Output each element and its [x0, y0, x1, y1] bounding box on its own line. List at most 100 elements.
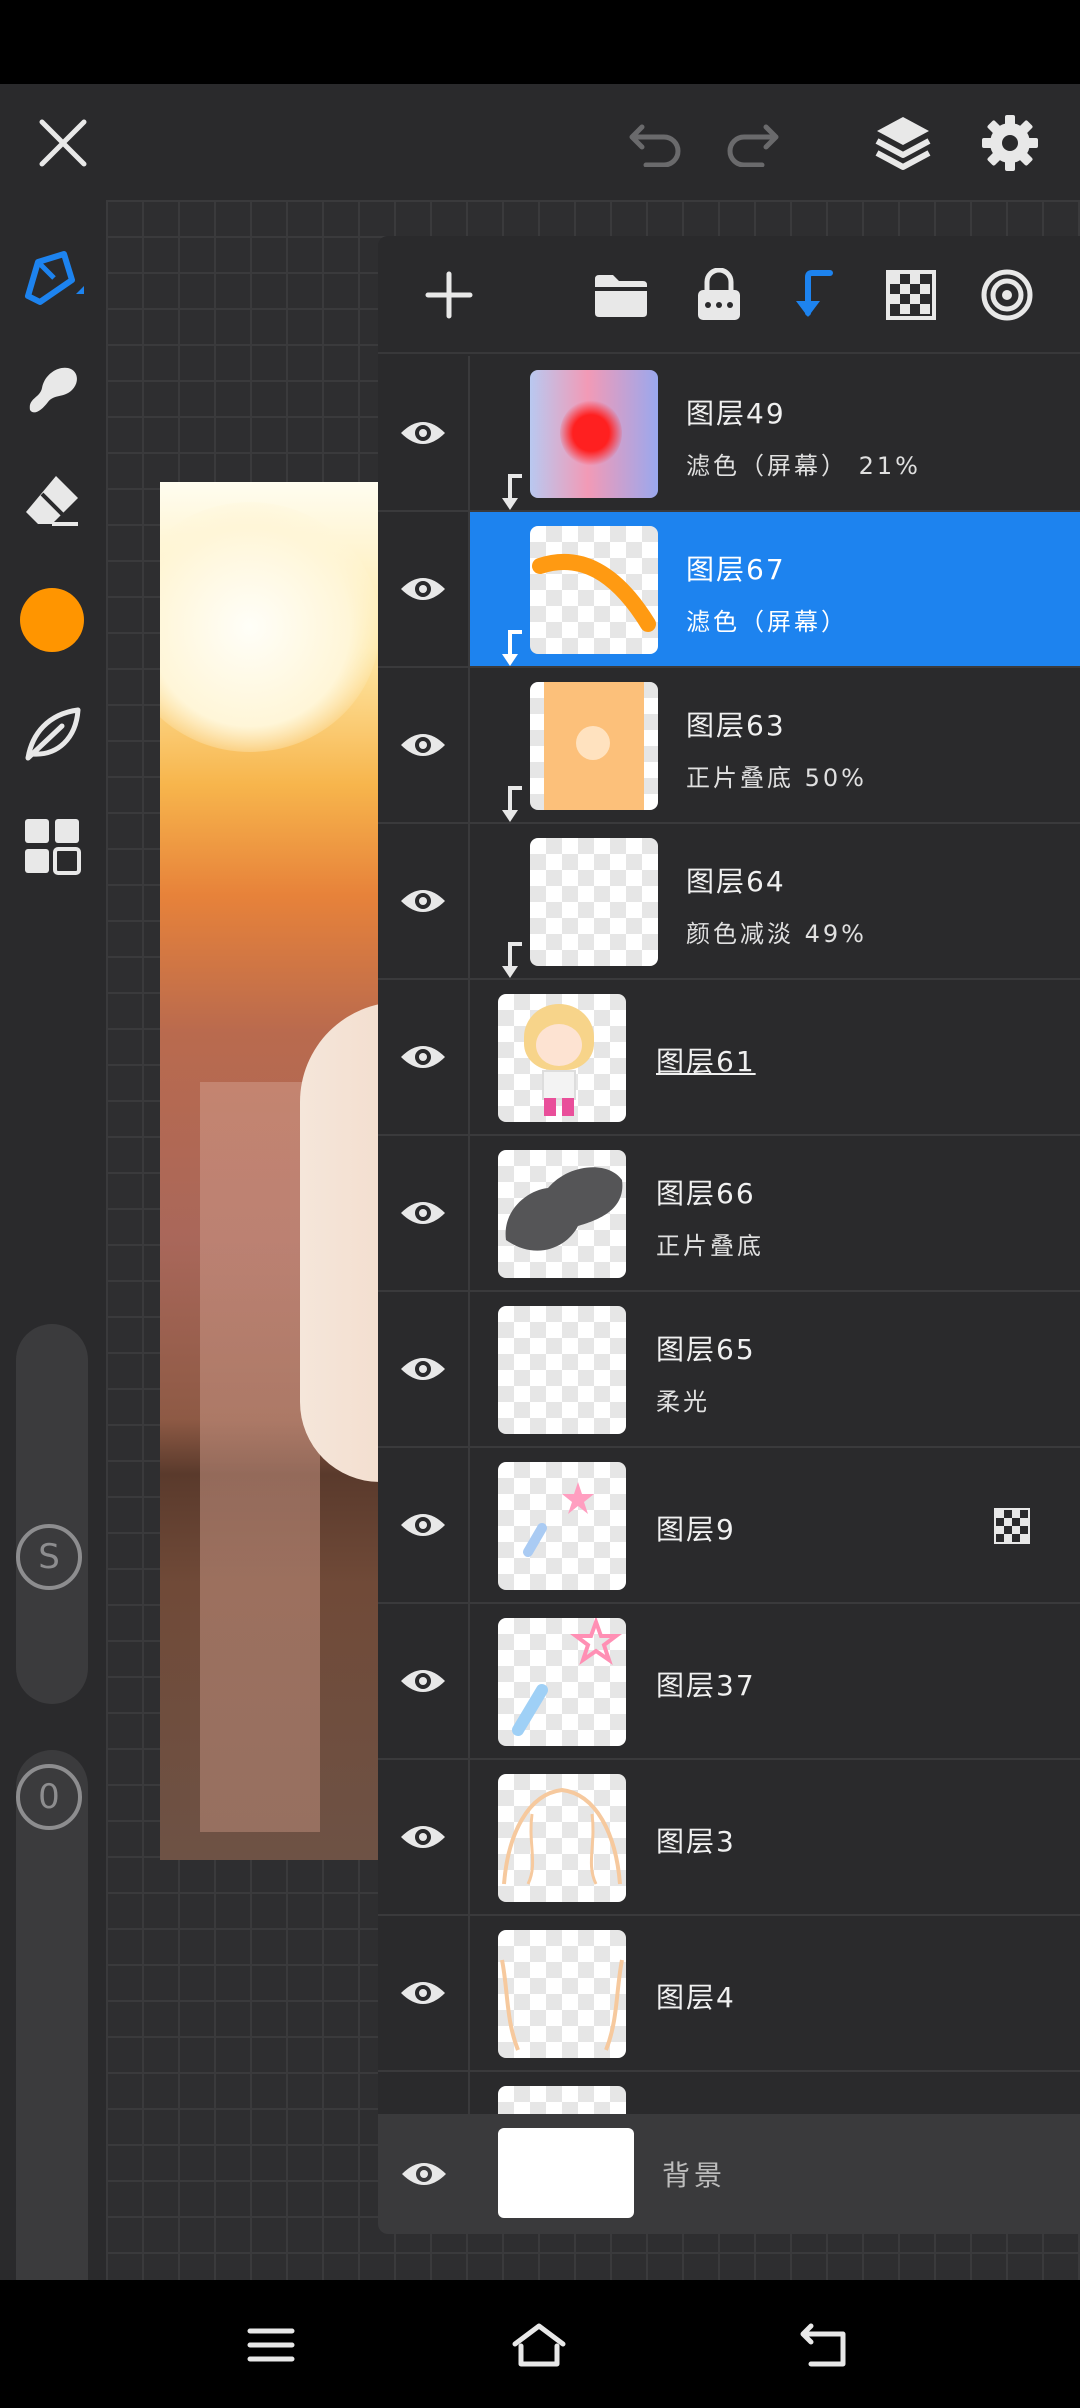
layer-row[interactable]: 图层64 颜色减淡 49% [378, 824, 1080, 980]
clipping-arrow-icon [502, 942, 522, 978]
panels-button[interactable] [10, 804, 94, 888]
alpha-lock-button[interactable] [876, 260, 946, 330]
panels-icon [25, 819, 81, 875]
layer-name: 图层9 [656, 1513, 736, 1546]
layer-name: 图层4 [656, 1981, 736, 2014]
folder-button[interactable] [586, 260, 656, 330]
layer-name: 图层3 [656, 1825, 736, 1858]
clipping-button[interactable] [778, 260, 848, 330]
clipping-arrow-icon [502, 474, 522, 510]
leaf-tool-icon [25, 707, 81, 761]
close-button[interactable] [28, 108, 98, 178]
layer-thumbnail [498, 994, 626, 1122]
lock-button[interactable] [684, 260, 754, 330]
visibility-toggle[interactable] [378, 1916, 470, 2070]
layers-toolbar [378, 236, 1080, 354]
visibility-toggle[interactable] [378, 668, 470, 822]
layers-panel: 图层49 滤色（屏幕） 21% 图层67 滤色（屏幕） 图层63 正片叠底 50… [378, 236, 1080, 2234]
layer-thumbnail [498, 1306, 626, 1434]
leaf-tool-button[interactable] [10, 692, 94, 776]
layer-row[interactable]: 图层67 滤色（屏幕） [378, 512, 1080, 668]
layer-thumbnail [530, 682, 658, 810]
visibility-toggle[interactable] [378, 512, 470, 666]
layer-thumbnail [530, 526, 658, 654]
settings-button[interactable] [975, 108, 1045, 178]
eye-icon [401, 1826, 445, 1848]
eraser-tool-button[interactable] [10, 458, 94, 542]
visibility-toggle[interactable] [378, 356, 470, 510]
layer-row[interactable]: 图层3 [378, 1760, 1080, 1916]
visibility-toggle[interactable] [378, 980, 470, 1134]
system-nav-bar [0, 2280, 1080, 2408]
color-swatch [20, 588, 84, 652]
redo-icon [727, 124, 779, 167]
layer-thumbnail [530, 838, 658, 966]
brush-size-knob[interactable]: S [16, 1524, 82, 1590]
smudge-tool-button[interactable] [10, 346, 94, 430]
redo-button[interactable] [718, 108, 788, 178]
layer-thumbnail [498, 1774, 626, 1902]
layer-thumbnail [498, 1150, 626, 1278]
artwork [160, 482, 380, 1860]
undo-button[interactable] [620, 108, 690, 178]
layer-thumbnail [498, 1930, 626, 2058]
target-icon [981, 269, 1033, 321]
background-thumbnail [498, 2128, 634, 2218]
layer-name: 图层61 [656, 1045, 756, 1078]
eye-icon [401, 1202, 445, 1224]
eye-icon [401, 422, 445, 444]
visibility-toggle[interactable] [378, 1292, 470, 1446]
layers-button[interactable] [868, 108, 938, 178]
layer-row[interactable]: 图层4 [378, 1916, 1080, 2072]
visibility-toggle[interactable] [378, 1448, 470, 1602]
eye-icon [401, 1514, 445, 1536]
layer-blend-mode: 滤色（屏幕） 21% [686, 452, 921, 480]
background-layer-name: 背景 [662, 2159, 727, 2192]
target-button[interactable] [972, 260, 1042, 330]
layer-name: 图层49 [686, 397, 786, 430]
clipping-arrow-icon [502, 786, 522, 822]
brush-size-slider[interactable]: S [16, 1324, 88, 1704]
layer-row[interactable]: 图层66 正片叠底 [378, 1136, 1080, 1292]
layer-thumbnail [530, 370, 658, 498]
pen-tool-button[interactable] [10, 236, 94, 320]
layer-name: 图层37 [656, 1669, 756, 1702]
add-layer-icon [425, 271, 473, 319]
layer-row[interactable]: 图层63 正片叠底 50% [378, 668, 1080, 824]
eye-icon [401, 890, 445, 912]
layer-row[interactable]: 图层61 [378, 980, 1080, 1136]
layer-row[interactable]: 图层37 [378, 1604, 1080, 1760]
menu-icon [247, 2328, 295, 2362]
undo-icon [629, 124, 681, 167]
home-icon [512, 2323, 566, 2367]
layer-blend-mode: 正片叠底 50% [686, 764, 867, 792]
visibility-toggle[interactable] [378, 1760, 470, 1914]
color-swatch-button[interactable] [10, 578, 94, 662]
status-bar [0, 0, 1080, 84]
top-toolbar [0, 84, 1080, 200]
add-layer-button[interactable] [414, 260, 484, 330]
visibility-toggle[interactable] [378, 1604, 470, 1758]
layer-blend-mode: 正片叠底 [656, 1232, 764, 1260]
clipping-arrow-icon [502, 630, 522, 666]
brush-opacity-slider[interactable]: 0 [16, 1750, 88, 2340]
pen-tool-icon [25, 251, 84, 305]
eye-icon [401, 578, 445, 600]
visibility-toggle[interactable] [378, 2114, 470, 2234]
visibility-toggle[interactable] [378, 824, 470, 978]
layer-name: 图层65 [656, 1333, 756, 1366]
home-button[interactable] [504, 2310, 574, 2380]
layer-blend-mode: 颜色减淡 49% [686, 920, 867, 948]
eye-icon [401, 1046, 445, 1068]
layer-row[interactable]: 图层9 [378, 1448, 1080, 1604]
tool-rail: S 0 [0, 200, 106, 2340]
menu-button[interactable] [236, 2310, 306, 2380]
background-layer-row[interactable]: 背景 [378, 2114, 1080, 2234]
visibility-toggle[interactable] [378, 1136, 470, 1290]
back-button[interactable] [790, 2310, 860, 2380]
layer-row[interactable]: 图层49 滤色（屏幕） 21% [378, 356, 1080, 512]
eraser-tool-icon [26, 476, 78, 526]
layer-row[interactable]: 图层65 柔光 [378, 1292, 1080, 1448]
brush-opacity-knob[interactable]: 0 [16, 1764, 82, 1830]
layer-thumbnail [498, 1618, 626, 1746]
